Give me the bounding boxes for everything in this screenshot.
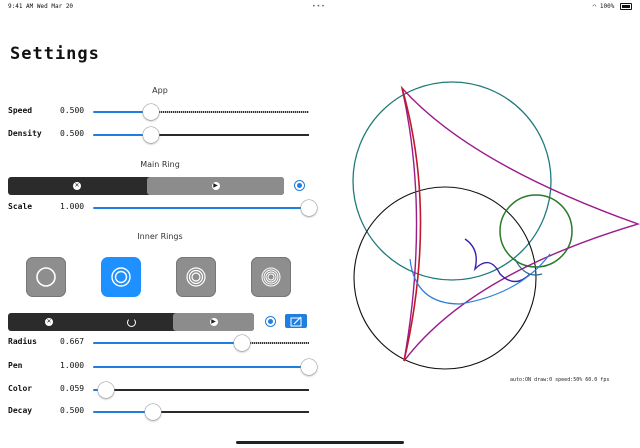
slider-thumb[interactable]: [145, 404, 161, 420]
scale-slider[interactable]: [93, 200, 317, 216]
pen-label: Pen: [8, 361, 23, 370]
decay-label: Decay: [8, 406, 33, 415]
inner-rings-radio[interactable]: [265, 316, 276, 327]
density-label: Density: [8, 129, 42, 138]
speed-label: Speed: [8, 106, 33, 115]
slider-track: [153, 411, 309, 413]
edit-icon: [290, 316, 302, 327]
section-header-inner-rings: Inner Rings: [137, 232, 183, 241]
color-slider[interactable]: [93, 382, 309, 398]
pen-row: Pen 1.000: [8, 359, 317, 375]
ring-quad-icon: [261, 267, 281, 287]
speed-slider[interactable]: [93, 104, 309, 120]
edit-button[interactable]: [285, 314, 307, 328]
play-icon: ▶: [211, 182, 220, 190]
pen-value: 1.000: [60, 361, 85, 370]
spirograph-canvas[interactable]: [320, 14, 640, 434]
battery-icon: [620, 3, 632, 10]
decay-row: Decay 0.500: [8, 404, 310, 420]
slider-fill: [93, 207, 309, 209]
status-time: 9:41 AM: [8, 3, 34, 10]
multitasking-dots[interactable]: •••: [312, 3, 326, 10]
slider-track: [242, 342, 309, 344]
radius-slider[interactable]: [93, 335, 309, 351]
density-row: Density 0.500: [8, 127, 310, 143]
status-time-date: 9:41 AM Wed Mar 20: [8, 3, 73, 10]
slider-fill: [93, 342, 242, 344]
decay-value: 0.500: [60, 406, 85, 415]
red-arc: [401, 87, 422, 362]
close-icon: ✕: [73, 182, 81, 190]
section-header-main-ring: Main Ring: [140, 160, 180, 169]
slider-thumb[interactable]: [234, 335, 250, 351]
inner-rings-segmented-control: ✕ ▶: [8, 313, 254, 331]
slider-thumb[interactable]: [143, 127, 159, 143]
slider-thumb[interactable]: [143, 104, 159, 120]
light-blue-trail: [409, 253, 551, 305]
speed-value: 0.500: [60, 106, 85, 115]
slider-thumb[interactable]: [301, 200, 317, 216]
deltoid-curve: [400, 85, 640, 362]
slider-fill: [93, 411, 153, 413]
close-icon: ✕: [45, 318, 53, 326]
blue-trail: [464, 238, 531, 283]
main-ring-radio[interactable]: [294, 180, 305, 191]
outer-ring-circle: [352, 81, 552, 281]
density-value: 0.500: [60, 129, 85, 138]
ring-triple-icon: [186, 267, 206, 287]
slider-track: [106, 389, 309, 391]
speed-row: Speed 0.500: [8, 104, 310, 120]
color-value: 0.059: [60, 384, 85, 393]
canvas-status: auto:ON draw:0 speed:50% 60.0 fps: [510, 377, 610, 383]
slider-thumb[interactable]: [98, 382, 114, 398]
inner-rings-segment-1[interactable]: [90, 313, 172, 331]
decay-slider[interactable]: [93, 404, 309, 420]
ring-style-triple-button[interactable]: [176, 257, 216, 297]
ring-style-single-button[interactable]: [26, 257, 66, 297]
main-ring-segment-1[interactable]: ▶: [147, 177, 284, 195]
battery-percent: 100%: [599, 3, 615, 10]
inner-rings-segment-0[interactable]: ✕: [8, 313, 90, 331]
color-row: Color 0.059: [8, 382, 310, 398]
slider-track: [151, 111, 309, 113]
inner-ring-circle: [499, 194, 573, 268]
refresh-icon: [126, 317, 136, 327]
scale-row: Scale 1.000: [8, 200, 317, 216]
scale-value: 1.000: [60, 202, 85, 211]
status-bar: 9:41 AM Wed Mar 20 ••• ◠ 100%: [0, 0, 640, 14]
wifi-icon: ◠: [592, 3, 597, 10]
inner-rings-segment-2[interactable]: ▶: [173, 313, 254, 331]
play-icon: ▶: [209, 318, 218, 326]
scale-label: Scale: [8, 202, 33, 211]
radius-label: Radius: [8, 337, 37, 346]
color-label: Color: [8, 384, 33, 393]
main-ring-segment-0[interactable]: ✕: [8, 177, 146, 195]
ring-style-double-button[interactable]: [101, 257, 141, 297]
status-battery: ◠ 100%: [593, 3, 632, 10]
slider-thumb[interactable]: [301, 359, 317, 375]
ring-style-quad-button[interactable]: [251, 257, 291, 297]
main-ring-segmented-control: ✕ ▶: [8, 177, 284, 195]
status-date: Wed Mar 20: [36, 3, 74, 10]
pen-slider[interactable]: [93, 359, 317, 375]
ring-single-icon: [36, 267, 56, 287]
main-ring-circle: [353, 186, 537, 370]
page-title: Settings: [10, 44, 100, 64]
slider-fill: [93, 366, 309, 368]
slider-track: [151, 134, 309, 136]
density-slider[interactable]: [93, 127, 309, 143]
radius-row: Radius 0.667: [8, 335, 310, 351]
section-header-app: App: [152, 86, 168, 95]
radius-value: 0.667: [60, 337, 85, 346]
ring-double-icon: [111, 267, 131, 287]
home-indicator[interactable]: [236, 441, 404, 444]
